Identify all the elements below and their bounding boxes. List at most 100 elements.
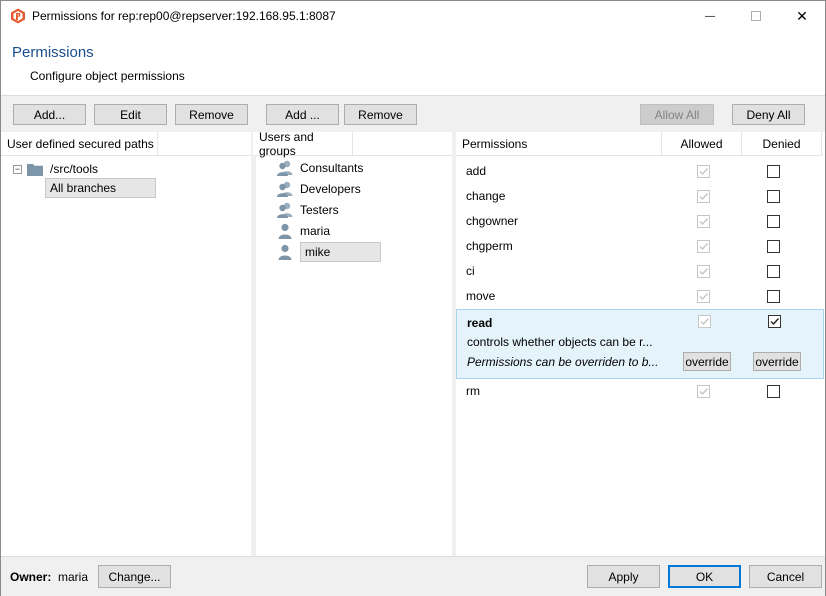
list-item-label: maria bbox=[300, 224, 331, 238]
denied-checkbox[interactable] bbox=[767, 240, 780, 253]
permissions-pane: Allow All Deny All Permissions Allowed D… bbox=[456, 96, 825, 556]
allowed-checkbox[interactable] bbox=[697, 190, 710, 203]
tree-node-label: All branches bbox=[45, 178, 156, 198]
permission-name: read bbox=[467, 316, 493, 330]
window-title: Permissions for rep:rep00@repserver:192.… bbox=[32, 9, 336, 23]
close-icon: ✕ bbox=[796, 7, 808, 24]
list-item-developers[interactable]: Developers bbox=[276, 179, 361, 199]
group-icon bbox=[277, 160, 293, 176]
users-column-header[interactable]: Users and groups bbox=[253, 130, 353, 158]
user-icon bbox=[278, 223, 292, 239]
denied-checkbox[interactable] bbox=[767, 265, 780, 278]
page-title: Permissions bbox=[12, 44, 94, 61]
permission-name: ci bbox=[466, 264, 475, 278]
check-icon bbox=[699, 293, 709, 301]
permission-row-rm: rm bbox=[456, 379, 825, 404]
allowed-checkbox[interactable] bbox=[698, 315, 711, 328]
add-path-button[interactable]: Add... bbox=[13, 104, 86, 125]
check-icon bbox=[699, 388, 709, 396]
app-logo-icon bbox=[11, 8, 25, 24]
permission-name: chgperm bbox=[466, 239, 513, 253]
remove-user-button[interactable]: Remove bbox=[344, 104, 417, 125]
tree-node-src-tools[interactable]: − /src/tools bbox=[13, 159, 98, 179]
permission-row-chgperm: chgperm bbox=[456, 234, 825, 259]
paths-column-header[interactable]: User defined secured paths bbox=[1, 132, 158, 156]
denied-column-header[interactable]: Denied bbox=[742, 132, 822, 156]
tree-node-label: /src/tools bbox=[50, 162, 99, 176]
group-icon bbox=[277, 181, 293, 197]
owner-label: Owner: bbox=[10, 570, 52, 584]
edit-path-button[interactable]: Edit bbox=[94, 104, 167, 125]
permission-row-change: change bbox=[456, 184, 825, 209]
permission-row-move: move bbox=[456, 284, 825, 309]
check-icon bbox=[699, 268, 709, 276]
allowed-checkbox[interactable] bbox=[697, 165, 710, 178]
cancel-button[interactable]: Cancel bbox=[749, 565, 822, 588]
list-item-label: Developers bbox=[300, 182, 361, 196]
maximize-icon bbox=[751, 11, 761, 21]
paths-column-filler bbox=[158, 132, 251, 156]
check-icon bbox=[770, 318, 780, 326]
denied-checkbox[interactable] bbox=[768, 315, 781, 328]
override-note: Permissions can be overriden to b... bbox=[467, 355, 659, 369]
allowed-checkbox[interactable] bbox=[697, 290, 710, 303]
allow-all-button[interactable]: Allow All bbox=[640, 104, 714, 125]
collapse-icon[interactable]: − bbox=[13, 164, 22, 174]
list-item-mike[interactable]: mike bbox=[276, 242, 381, 262]
denied-checkbox[interactable] bbox=[767, 165, 780, 178]
check-icon bbox=[699, 168, 709, 176]
allowed-checkbox[interactable] bbox=[697, 385, 710, 398]
users-toolbar: Add ... Remove bbox=[256, 96, 452, 132]
check-icon bbox=[699, 243, 709, 251]
minimize-icon: — bbox=[705, 10, 715, 22]
override-allowed-button[interactable]: override bbox=[683, 352, 731, 371]
denied-checkbox[interactable] bbox=[767, 190, 780, 203]
owner-value: maria bbox=[58, 570, 89, 584]
permissions-column-header[interactable]: Permissions bbox=[456, 132, 662, 156]
group-icon bbox=[277, 202, 293, 218]
footer-bar: Owner: maria Change... Apply OK Cancel bbox=[1, 556, 825, 596]
allowed-checkbox[interactable] bbox=[697, 215, 710, 228]
check-icon bbox=[699, 193, 709, 201]
list-item-testers[interactable]: Testers bbox=[276, 200, 339, 220]
maximize-button[interactable] bbox=[733, 1, 779, 31]
secured-paths-pane: Add... Edit Remove User defined secured … bbox=[1, 96, 251, 556]
ok-button[interactable]: OK bbox=[668, 565, 741, 588]
permission-name: move bbox=[466, 289, 496, 303]
list-item-consultants[interactable]: Consultants bbox=[276, 158, 363, 178]
permission-name: chgowner bbox=[466, 214, 519, 228]
permissions-toolbar: Allow All Deny All bbox=[456, 96, 825, 132]
allowed-checkbox[interactable] bbox=[697, 265, 710, 278]
permission-row-read[interactable]: read controls whether objects can be r..… bbox=[456, 309, 824, 379]
close-button[interactable]: ✕ bbox=[779, 1, 825, 31]
minimize-button[interactable]: — bbox=[687, 1, 733, 31]
add-user-button[interactable]: Add ... bbox=[266, 104, 339, 125]
permission-row-chgowner: chgowner bbox=[456, 209, 825, 234]
deny-all-button[interactable]: Deny All bbox=[732, 104, 805, 125]
permission-row-ci: ci bbox=[456, 259, 825, 284]
paths-toolbar: Add... Edit Remove bbox=[1, 96, 251, 132]
change-owner-button[interactable]: Change... bbox=[98, 565, 171, 588]
denied-checkbox[interactable] bbox=[767, 290, 780, 303]
permission-name: change bbox=[466, 189, 506, 203]
override-denied-button[interactable]: override bbox=[753, 352, 801, 371]
permission-row-add: add bbox=[456, 159, 825, 184]
denied-checkbox[interactable] bbox=[767, 385, 780, 398]
allowed-column-header[interactable]: Allowed bbox=[662, 132, 742, 156]
users-column-filler bbox=[353, 132, 452, 156]
denied-checkbox[interactable] bbox=[767, 215, 780, 228]
remove-path-button[interactable]: Remove bbox=[175, 104, 248, 125]
permission-description: controls whether objects can be r... bbox=[467, 335, 653, 349]
permissions-dialog: Permissions for rep:rep00@repserver:192.… bbox=[0, 0, 826, 596]
list-item-maria[interactable]: maria bbox=[276, 221, 330, 241]
tree-node-all-branches[interactable]: All branches bbox=[45, 178, 156, 198]
check-icon bbox=[699, 218, 709, 226]
check-icon bbox=[700, 318, 710, 326]
apply-button[interactable]: Apply bbox=[587, 565, 660, 588]
permission-name: rm bbox=[466, 384, 480, 398]
allowed-checkbox[interactable] bbox=[697, 240, 710, 253]
list-item-label: mike bbox=[300, 242, 381, 262]
folder-icon bbox=[27, 163, 43, 176]
users-groups-pane: Add ... Remove Users and groups Consulta… bbox=[253, 96, 452, 556]
user-icon bbox=[278, 244, 292, 260]
